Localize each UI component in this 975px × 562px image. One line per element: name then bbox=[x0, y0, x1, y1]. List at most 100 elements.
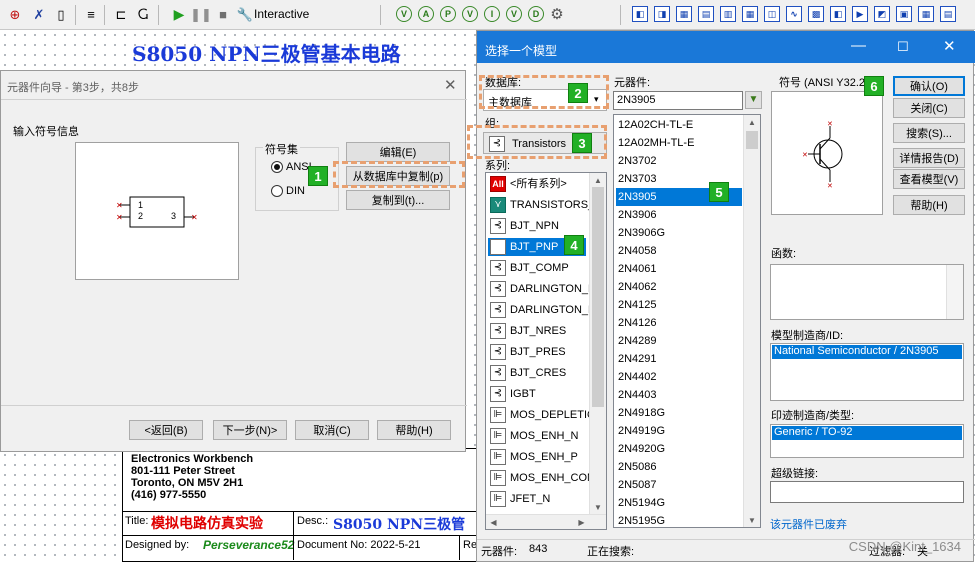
component-item[interactable]: 12A02CH-TL-E bbox=[616, 116, 742, 134]
probe-p-icon[interactable]: P bbox=[440, 6, 456, 22]
component-scroll-thumb[interactable] bbox=[746, 131, 758, 149]
component-item[interactable]: 2N3906 bbox=[616, 206, 742, 224]
hyperlink-field[interactable] bbox=[770, 481, 964, 503]
instrument-8-icon[interactable]: ∿ bbox=[786, 6, 802, 22]
component-item[interactable]: 2N4919G bbox=[616, 422, 742, 440]
instrument-13-icon[interactable]: ▣ bbox=[896, 6, 912, 22]
component-item[interactable]: 2N4291 bbox=[616, 350, 742, 368]
family-item[interactable]: ⊰ BJT_NRES bbox=[488, 322, 586, 340]
view-model-button[interactable]: 查看模型(V) bbox=[893, 169, 965, 189]
component-item[interactable]: 2N4062 bbox=[616, 278, 742, 296]
component-item[interactable]: 2N4289 bbox=[616, 332, 742, 350]
instrument-9-icon[interactable]: ▩ bbox=[808, 6, 824, 22]
family-list[interactable]: All <所有系列> ⋎ TRANSISTORS_ ⊰ BJT_NPN ⊰ BJT_PNP ⊰ B… bbox=[485, 172, 607, 530]
component-item[interactable]: 2N4061 bbox=[616, 260, 742, 278]
component-item[interactable]: 2N5194G bbox=[616, 494, 742, 512]
component-item[interactable]: 2N4920G bbox=[616, 440, 742, 458]
search-button[interactable]: 搜索(S)... bbox=[893, 123, 965, 143]
instrument-12-icon[interactable]: ◩ bbox=[874, 6, 890, 22]
component-item[interactable]: 12A02MH-TL-E bbox=[616, 134, 742, 152]
battery-icon[interactable]: ≡ bbox=[82, 5, 100, 23]
instrument-7-icon[interactable]: ◫ bbox=[764, 6, 780, 22]
component-input[interactable]: 2N3905 bbox=[613, 91, 743, 110]
model-maker-list[interactable]: National Semiconductor / 2N3905 bbox=[770, 343, 964, 401]
function-scrollbar[interactable] bbox=[946, 265, 963, 319]
family-item[interactable]: ⊫ MOS_ENH_N bbox=[488, 427, 586, 445]
chooser-help-button[interactable]: 帮助(H) bbox=[893, 195, 965, 215]
component-item[interactable]: 2N4126 bbox=[616, 314, 742, 332]
wizard-close-icon[interactable]: ✕ bbox=[444, 76, 457, 94]
probe-a-icon[interactable]: A bbox=[418, 6, 434, 22]
component-item[interactable]: 2N4403 bbox=[616, 386, 742, 404]
back-button[interactable]: <返回(B) bbox=[129, 420, 203, 440]
family-item[interactable]: ⊫ JFET_N bbox=[488, 490, 586, 508]
component-item[interactable]: 2N3702 bbox=[616, 152, 742, 170]
instrument-10-icon[interactable]: ◧ bbox=[830, 6, 846, 22]
family-scrollbar[interactable]: ▲ ▼ bbox=[589, 173, 606, 514]
wizard-help-button[interactable]: 帮助(H) bbox=[377, 420, 451, 440]
family-item[interactable]: ⊰ DARLINGTON_N bbox=[488, 280, 596, 298]
family-item[interactable]: ⊫ MOS_DEPLETIO bbox=[488, 406, 596, 424]
instrument-1-icon[interactable]: ◧ bbox=[632, 6, 648, 22]
component-scroll-up-icon[interactable]: ▲ bbox=[744, 115, 760, 129]
filter-funnel-icon[interactable]: ▼ bbox=[745, 91, 762, 109]
detail-report-button[interactable]: 详情报告(D) bbox=[893, 148, 965, 168]
gear-icon[interactable]: ⚙ bbox=[548, 5, 566, 23]
family-item[interactable]: ⊰ BJT_PRES bbox=[488, 343, 586, 361]
hierarchy-icon[interactable]: ⊏ bbox=[112, 5, 130, 23]
family-item[interactable]: ⊰ BJT_COMP bbox=[488, 259, 586, 277]
stop-icon[interactable]: ■ bbox=[214, 5, 232, 23]
ok-button[interactable]: 确认(O) bbox=[893, 76, 965, 96]
family-item[interactable]: ⊰ BJT_CRES bbox=[488, 364, 586, 382]
probe-icon[interactable]: ⊕ bbox=[6, 5, 24, 23]
run-icon[interactable]: ▶ bbox=[170, 5, 188, 23]
ansi-radio[interactable] bbox=[271, 161, 283, 173]
copy-to-button[interactable]: 复制到(t)... bbox=[346, 190, 450, 210]
instrument-15-icon[interactable]: ▤ bbox=[940, 6, 956, 22]
next-button[interactable]: 下一步(N)> bbox=[213, 420, 287, 440]
family-item[interactable]: ⊫ MOS_ENH_P bbox=[488, 448, 586, 466]
probe-i-icon[interactable]: I bbox=[484, 6, 500, 22]
component-scroll-down-icon[interactable]: ▼ bbox=[744, 513, 760, 527]
copy-from-database-button[interactable]: 从数据库中复制(p) bbox=[346, 166, 450, 186]
instrument-5-icon[interactable]: ▥ bbox=[720, 6, 736, 22]
family-item[interactable]: ⊰ DARLINGTON_P bbox=[488, 301, 595, 319]
scroll-up-icon[interactable]: ▲ bbox=[590, 173, 606, 187]
close-button[interactable]: 关闭(C) bbox=[893, 98, 965, 118]
instrument-4-icon[interactable]: ▤ bbox=[698, 6, 714, 22]
scroll-left-icon[interactable]: ◀ bbox=[486, 515, 501, 529]
pause-icon[interactable]: ❚❚ bbox=[190, 5, 212, 23]
family-scroll-thumb[interactable] bbox=[592, 187, 604, 407]
scroll-down-icon[interactable]: ▼ bbox=[590, 500, 606, 514]
step-icon[interactable]: Ⴚ bbox=[134, 5, 152, 23]
component-item[interactable]: 2N5086 bbox=[616, 458, 742, 476]
instrument-14-icon[interactable]: ▦ bbox=[918, 6, 934, 22]
interactive-label[interactable]: Interactive bbox=[254, 7, 309, 21]
component-item[interactable]: 2N5087 bbox=[616, 476, 742, 494]
family-item[interactable]: ⊫ MOS_ENH_COM bbox=[488, 469, 596, 487]
component-item[interactable]: 2N5195G bbox=[616, 512, 742, 527]
database-dropdown[interactable]: 主数据库 ▾ bbox=[483, 89, 607, 111]
probe-v-icon[interactable]: V bbox=[396, 6, 412, 22]
probe-digital-icon[interactable]: D bbox=[528, 6, 544, 22]
component-item[interactable]: 2N4125 bbox=[616, 296, 742, 314]
minimize-icon[interactable]: — bbox=[851, 37, 866, 54]
component-item[interactable]: 2N4402 bbox=[616, 368, 742, 386]
edit-button[interactable]: 编辑(E) bbox=[346, 142, 450, 162]
family-item[interactable]: ⊰ IGBT bbox=[488, 385, 586, 403]
instrument-2-icon[interactable]: ◨ bbox=[654, 6, 670, 22]
family-item[interactable]: All <所有系列> bbox=[488, 175, 586, 193]
scroll-right-icon[interactable]: ▶ bbox=[574, 515, 589, 529]
instrument-11-icon[interactable]: ▶ bbox=[852, 6, 868, 22]
cancel-button[interactable]: 取消(C) bbox=[295, 420, 369, 440]
maximize-icon[interactable]: ☐ bbox=[897, 39, 909, 55]
instrument-3-icon[interactable]: ▦ bbox=[676, 6, 692, 22]
close-icon[interactable]: ✕ bbox=[943, 37, 956, 55]
footprint-list[interactable]: Generic / TO-92 bbox=[770, 424, 964, 458]
instrument-6-icon[interactable]: ▦ bbox=[742, 6, 758, 22]
deprecated-link[interactable]: 该元器件已废弃 bbox=[770, 516, 847, 532]
component-tool-icon[interactable]: ▯ bbox=[52, 5, 70, 23]
component-item[interactable]: 2N3906G bbox=[616, 224, 742, 242]
family-item[interactable]: ⋎ TRANSISTORS_ bbox=[488, 196, 594, 214]
component-scrollbar[interactable]: ▲ ▼ bbox=[743, 115, 760, 527]
